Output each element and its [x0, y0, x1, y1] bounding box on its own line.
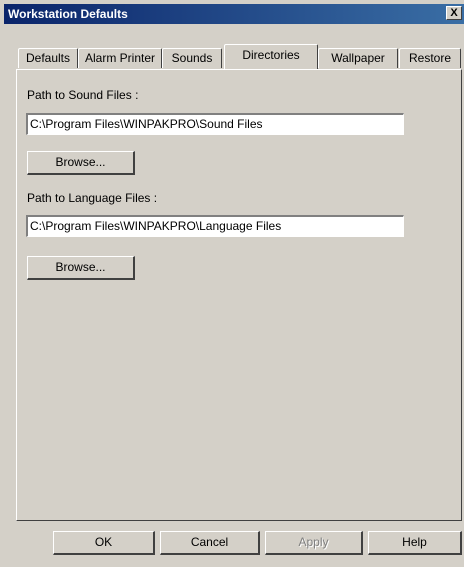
directories-panel: Path to Sound Files : C:\Program Files\W…: [16, 69, 462, 521]
close-icon: X: [450, 7, 458, 19]
language-files-browse-button[interactable]: Browse...: [27, 256, 135, 280]
tab-wallpaper[interactable]: Wallpaper: [318, 48, 398, 68]
tab-defaults[interactable]: Defaults: [18, 48, 78, 68]
sound-files-label: Path to Sound Files :: [27, 88, 139, 102]
tab-strip: Defaults Alarm Printer Sounds Directorie…: [16, 44, 464, 70]
tab-sounds[interactable]: Sounds: [162, 48, 222, 68]
ok-button[interactable]: OK: [53, 531, 155, 555]
sound-files-browse-button[interactable]: Browse...: [27, 151, 135, 175]
sound-files-path-field[interactable]: C:\Program Files\WINPAKPRO\Sound Files: [26, 113, 404, 135]
title-bar: Workstation Defaults X: [4, 4, 464, 24]
window-title: Workstation Defaults: [8, 7, 128, 21]
language-files-path-field[interactable]: C:\Program Files\WINPAKPRO\Language File…: [26, 215, 404, 237]
tab-restore[interactable]: Restore: [399, 48, 461, 68]
workstation-defaults-dialog: Workstation Defaults X Defaults Alarm Pr…: [0, 0, 464, 567]
apply-button[interactable]: Apply: [265, 531, 363, 555]
language-files-label: Path to Language Files :: [27, 191, 158, 205]
tab-directories[interactable]: Directories: [224, 44, 318, 69]
close-button[interactable]: X: [446, 6, 462, 20]
help-button[interactable]: Help: [368, 531, 462, 555]
tab-alarm-printer[interactable]: Alarm Printer: [78, 48, 162, 68]
cancel-button[interactable]: Cancel: [160, 531, 260, 555]
